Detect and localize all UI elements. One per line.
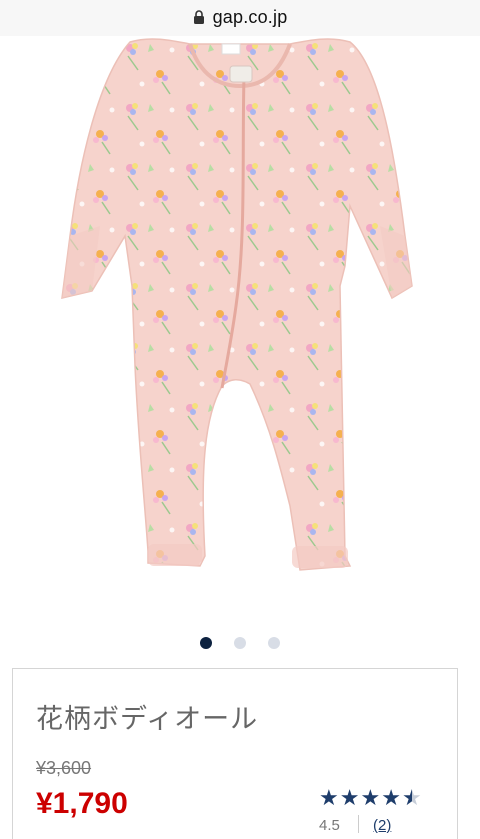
carousel-dot-3[interactable] <box>268 637 280 649</box>
rating-divider <box>358 815 359 833</box>
product-info-card: 花柄ボディオール ¥3,600 ¥1,790 ★ ★ ★ ★ ★ 4.5 (2) <box>12 668 458 839</box>
carousel-dot-2[interactable] <box>234 637 246 649</box>
url-field[interactable]: gap.co.jp <box>0 6 480 28</box>
sale-price: ¥1,790 <box>36 787 128 820</box>
half-star-icon: ★ <box>401 785 422 810</box>
carousel-indicator <box>0 637 480 649</box>
review-count-link[interactable]: (2) <box>373 817 391 834</box>
star-icon: ★ <box>381 785 401 810</box>
product-image[interactable] <box>0 36 480 626</box>
star-icon: ★ <box>360 785 381 810</box>
original-price: ¥3,600 <box>36 758 92 778</box>
browser-url-bar[interactable]: gap.co.jp <box>0 0 480 37</box>
lock-icon <box>193 10 204 24</box>
rating-value: 4.5 <box>319 817 340 834</box>
romper-image <box>61 38 413 571</box>
rating-stars[interactable]: ★ ★ ★ ★ ★ <box>319 787 422 809</box>
url-text: gap.co.jp <box>212 6 288 27</box>
star-icon: ★ <box>339 785 360 810</box>
carousel-dot-1[interactable] <box>200 637 212 649</box>
product-title: 花柄ボディオール <box>36 704 259 734</box>
star-icon: ★ <box>319 785 339 810</box>
